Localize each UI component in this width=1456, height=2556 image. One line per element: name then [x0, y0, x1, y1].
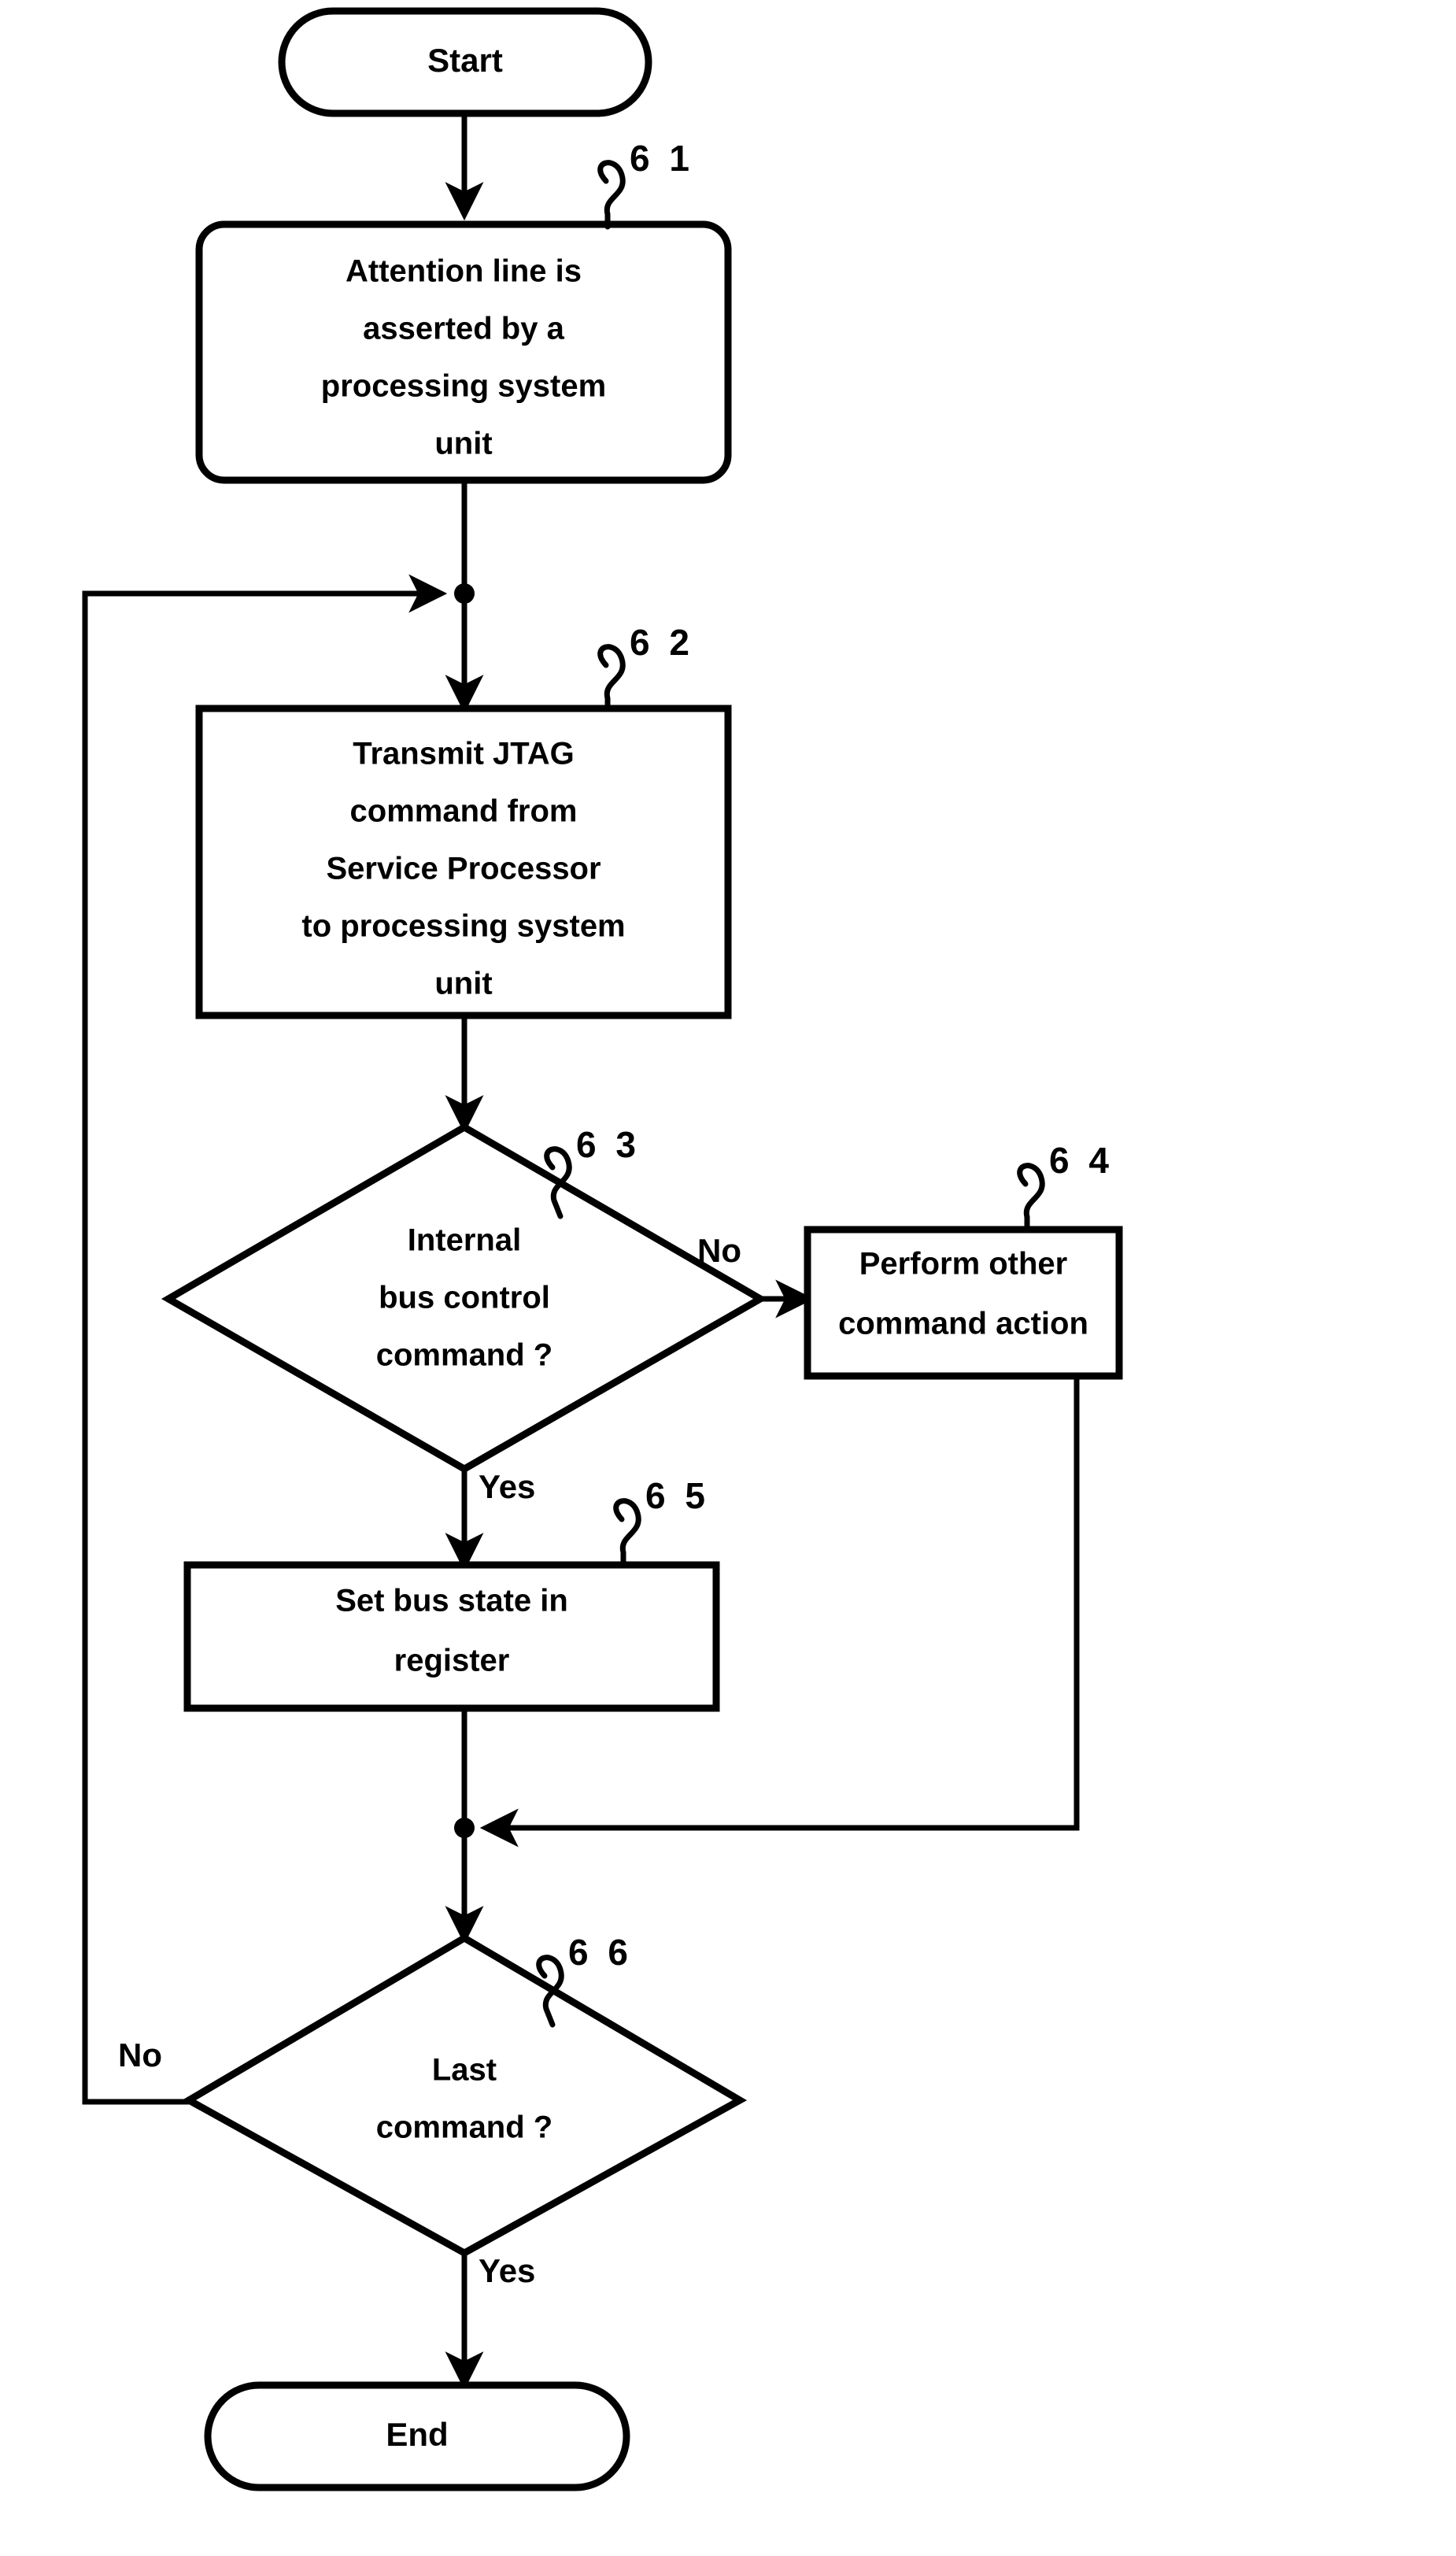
node-66-line-2: command ? — [376, 2110, 552, 2145]
node-66[interactable]: Last command ? — [181, 1933, 748, 2258]
reference-label-61: 6 1 — [630, 138, 694, 179]
node-63-line-3: command ? — [376, 1338, 552, 1373]
node-62-line-3: Service Processor — [326, 852, 601, 886]
node-66-line-1: Last — [432, 2053, 497, 2088]
node-65-line-2: register — [394, 1644, 510, 1678]
reference-leader-64: 6 4 — [1017, 1140, 1114, 1233]
node-start-label: Start — [427, 42, 503, 79]
node-63[interactable]: Internal bus control command ? — [161, 1123, 768, 1474]
edge-label-63-yes: Yes — [479, 1468, 535, 1505]
node-61-line-1: Attention line is — [346, 254, 582, 289]
node-62-line-1: Transmit JTAG — [353, 737, 575, 771]
reference-leader-65: 6 5 — [613, 1475, 710, 1568]
node-61-line-3: processing system — [321, 369, 606, 404]
flowchart-svg: Start Attention line is asserted by a pr… — [82, 7, 1123, 2491]
edge-label-63-no: No — [697, 1232, 741, 1269]
reference-leader-62: 6 2 — [597, 622, 694, 712]
reference-label-63: 6 3 — [576, 1124, 641, 1165]
node-62[interactable]: Transmit JTAG command from Service Proce… — [195, 705, 732, 1019]
reference-label-65: 6 5 — [645, 1475, 710, 1516]
node-61-line-2: asserted by a — [363, 312, 564, 346]
edge-label-66-no: No — [118, 2036, 162, 2073]
node-64[interactable]: Perform other command action — [804, 1226, 1123, 1380]
node-65-line-1: Set bus state in — [335, 1584, 568, 1618]
reference-leader-61: 6 1 — [597, 138, 694, 230]
node-65[interactable]: Set bus state in register — [183, 1561, 720, 1712]
node-61[interactable]: Attention line is asserted by a processi… — [195, 220, 732, 484]
flowchart-canvas: Start Attention line is asserted by a pr… — [0, 0, 1456, 2556]
node-62-line-5: unit — [434, 967, 492, 1001]
node-end-label: End — [386, 2416, 448, 2453]
node-62-line-2: command from — [350, 794, 578, 829]
node-end[interactable]: End — [204, 2381, 630, 2491]
node-61-line-4: unit — [434, 427, 492, 461]
reference-label-66: 6 6 — [568, 1932, 633, 1973]
node-start[interactable]: Start — [278, 7, 652, 117]
node-64-line-2: command action — [838, 1307, 1088, 1341]
node-63-line-1: Internal — [408, 1223, 521, 1258]
node-62-line-4: to processing system — [301, 909, 625, 944]
reference-label-64: 6 4 — [1049, 1140, 1114, 1181]
edge-label-66-yes: Yes — [479, 2252, 535, 2289]
node-63-line-2: bus control — [379, 1281, 550, 1315]
node-64-line-1: Perform other — [859, 1247, 1068, 1282]
reference-label-62: 6 2 — [630, 622, 694, 663]
